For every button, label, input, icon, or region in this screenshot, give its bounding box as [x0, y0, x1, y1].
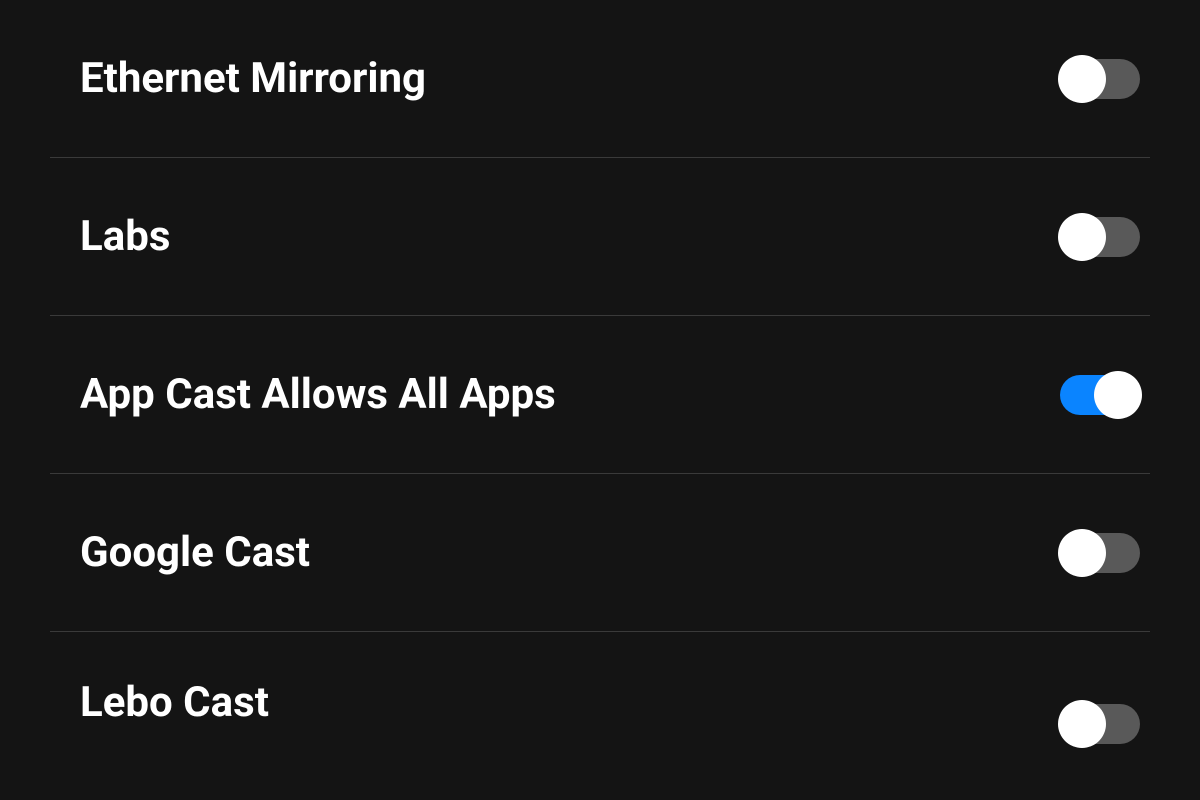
setting-google-cast[interactable]: Google Cast	[50, 474, 1150, 632]
toggle-labs[interactable]	[1060, 214, 1140, 260]
toggle-thumb	[1058, 700, 1106, 748]
toggle-thumb	[1058, 529, 1106, 577]
toggle-thumb	[1058, 213, 1106, 261]
toggle-thumb	[1058, 55, 1106, 103]
setting-label: Google Cast	[50, 528, 310, 577]
setting-label: Labs	[50, 212, 170, 261]
settings-list: Ethernet Mirroring Labs App Cast Allows …	[0, 0, 1200, 742]
toggle-google-cast[interactable]	[1060, 530, 1140, 576]
toggle-lebo-cast[interactable]	[1060, 701, 1140, 747]
setting-label: Lebo Cast	[50, 678, 269, 727]
setting-lebo-cast[interactable]: Lebo Cast	[50, 632, 1150, 742]
setting-labs[interactable]: Labs	[50, 158, 1150, 316]
setting-label: App Cast Allows All Apps	[50, 370, 556, 419]
toggle-thumb	[1094, 371, 1142, 419]
setting-label: Ethernet Mirroring	[50, 54, 426, 103]
setting-app-cast-allows-all-apps[interactable]: App Cast Allows All Apps	[50, 316, 1150, 474]
setting-ethernet-mirroring[interactable]: Ethernet Mirroring	[50, 0, 1150, 158]
toggle-ethernet-mirroring[interactable]	[1060, 56, 1140, 102]
toggle-app-cast-allows-all-apps[interactable]	[1060, 372, 1140, 418]
